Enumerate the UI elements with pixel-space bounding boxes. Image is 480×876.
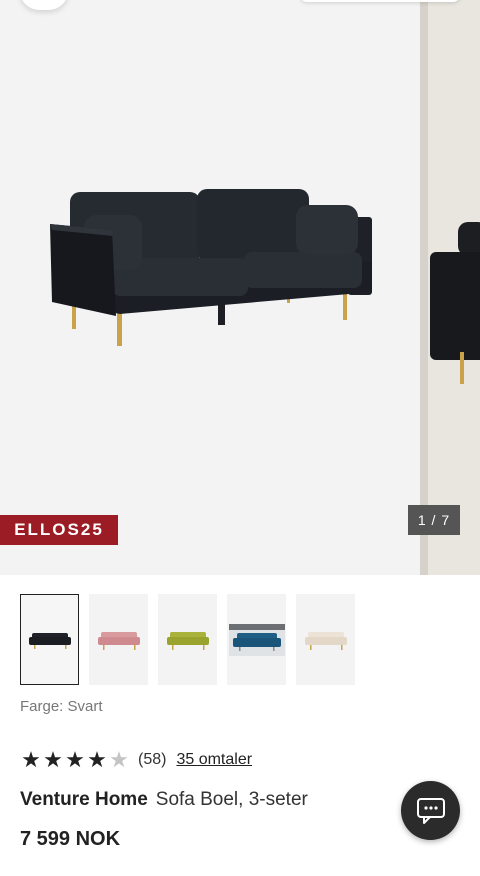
- rating-count: (58): [138, 751, 167, 768]
- product-image-next[interactable]: [420, 0, 480, 575]
- image-counter: 1 / 7: [408, 505, 460, 535]
- sofa-thumb-beige: [304, 631, 347, 650]
- star-filled-icon: ★: [87, 747, 107, 772]
- promo-code-badge: ELLOS25: [0, 515, 118, 545]
- selected-color-label: Farge: Svart: [20, 698, 103, 715]
- chat-button[interactable]: [401, 781, 460, 840]
- brand-name[interactable]: Venture Home: [20, 789, 148, 810]
- star-empty-icon: ★: [109, 747, 129, 772]
- product-image-gallery[interactable]: ELLOS25 1 / 7: [0, 0, 480, 575]
- sofa-thumb-blue: [228, 623, 285, 656]
- sofa-thumb-green: [166, 631, 209, 650]
- product-title: Venture Home Sofa Boel, 3-seter: [20, 789, 308, 811]
- header-pill[interactable]: [300, 0, 460, 2]
- thumbnail-black[interactable]: [20, 594, 79, 685]
- product-price: 7 599 NOK: [20, 828, 121, 850]
- star-filled-icon: ★: [65, 747, 85, 772]
- sofa-thumb-black: [28, 632, 71, 649]
- chat-bubble-icon: [416, 797, 445, 824]
- product-name: Sofa Boel, 3-seter: [155, 789, 308, 810]
- thumbnail-pink[interactable]: [89, 594, 148, 685]
- star-filled-icon: ★: [43, 747, 63, 772]
- rating-row: ★ ★ ★ ★ ★ (58) 35 omtaler: [20, 749, 252, 771]
- sofa-image-partial: [420, 0, 480, 575]
- reviews-link[interactable]: 35 omtaler: [176, 751, 252, 769]
- thumbnail-green[interactable]: [158, 594, 217, 685]
- thumbnail-beige[interactable]: [296, 594, 355, 685]
- thumbnail-blue[interactable]: [227, 594, 286, 685]
- product-image-main[interactable]: [0, 0, 420, 575]
- sofa-image: [50, 189, 372, 346]
- sofa-thumb-pink: [97, 631, 140, 650]
- star-filled-icon: ★: [21, 747, 41, 772]
- color-variant-thumbnails: [20, 594, 355, 685]
